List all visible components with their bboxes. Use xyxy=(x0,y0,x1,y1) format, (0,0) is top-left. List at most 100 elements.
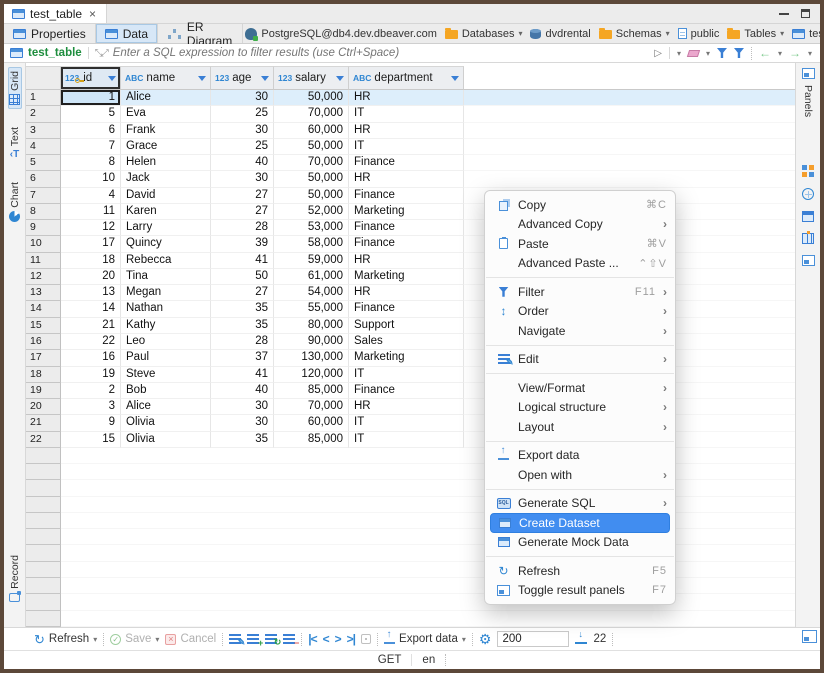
cell-id[interactable]: 4 xyxy=(61,188,121,204)
cell-name[interactable]: Leo xyxy=(121,334,211,350)
menu-item-refresh[interactable]: ↻RefreshF5 xyxy=(485,561,675,581)
cell-name[interactable]: Olivia xyxy=(121,432,211,448)
aggregate-icon[interactable] xyxy=(802,188,814,200)
cell-name[interactable]: Grace xyxy=(121,139,211,155)
eraser-icon[interactable] xyxy=(687,50,700,57)
cell-salary[interactable]: 50,000 xyxy=(274,139,349,155)
close-icon[interactable]: × xyxy=(89,7,96,21)
forward-caret-icon[interactable]: ▾ xyxy=(808,49,812,58)
minimize-icon[interactable] xyxy=(779,13,789,15)
row-number-cell[interactable]: 15 xyxy=(26,318,61,334)
cell-age[interactable]: 30 xyxy=(211,123,274,139)
cell-department[interactable]: Marketing xyxy=(349,350,464,366)
menu-item-filter[interactable]: FilterF11› xyxy=(485,282,675,302)
cell-age[interactable]: 27 xyxy=(211,285,274,301)
calc-panel-icon[interactable] xyxy=(802,211,814,222)
cell-age[interactable]: 35 xyxy=(211,301,274,317)
cell-id[interactable]: 7 xyxy=(61,139,121,155)
cell-name[interactable]: Bob xyxy=(121,383,211,399)
row-number-cell[interactable]: 10 xyxy=(26,236,61,252)
menu-item-generate-mock-data[interactable]: Generate Mock Data xyxy=(485,533,675,553)
cell-id[interactable]: 5 xyxy=(61,106,121,122)
first-row-icon[interactable]: |< xyxy=(308,632,316,646)
row-number-cell[interactable]: 5 xyxy=(26,155,61,171)
edit-cell-icon[interactable] xyxy=(229,634,241,644)
refresh-button[interactable]: ↻ Refresh ▾ xyxy=(34,633,97,646)
cell-name[interactable]: Steve xyxy=(121,367,211,383)
export-data-button[interactable]: Export data ▾ xyxy=(384,633,466,645)
breadcrumb-item[interactable]: test_table xyxy=(790,28,820,40)
cell-salary[interactable]: 120,000 xyxy=(274,367,349,383)
filter-history-caret-icon[interactable]: ▾ xyxy=(677,49,681,58)
row-number-cell[interactable]: 2 xyxy=(26,106,61,122)
row-number-cell[interactable] xyxy=(26,562,61,578)
breadcrumb-item[interactable]: Databases▾ xyxy=(443,28,525,40)
menu-item-advanced-paste[interactable]: Advanced Paste ...⌃⇧V xyxy=(485,254,675,274)
cell-age[interactable]: 40 xyxy=(211,155,274,171)
column-header-age[interactable]: 123age xyxy=(211,66,274,90)
column-header-name[interactable]: ABCname xyxy=(121,66,211,90)
cell-age[interactable]: 35 xyxy=(211,432,274,448)
cell-name[interactable]: Paul xyxy=(121,350,211,366)
back-caret-icon[interactable]: ▾ xyxy=(778,49,782,58)
last-row-icon[interactable]: >| xyxy=(347,632,355,646)
forward-icon[interactable]: → xyxy=(789,46,801,60)
cell-age[interactable]: 27 xyxy=(211,204,274,220)
cell-salary[interactable]: 70,000 xyxy=(274,399,349,415)
sort-caret-icon[interactable] xyxy=(336,76,344,81)
tab-grid[interactable]: Grid xyxy=(8,67,22,109)
tab-chart[interactable]: Chart xyxy=(8,178,22,226)
cell-age[interactable]: 50 xyxy=(211,269,274,285)
duplicate-row-icon[interactable] xyxy=(265,634,277,644)
cell-id[interactable]: 10 xyxy=(61,171,121,187)
cell-age[interactable]: 30 xyxy=(211,90,274,106)
cell-id[interactable]: 17 xyxy=(61,236,121,252)
row-number-cell[interactable]: 14 xyxy=(26,301,61,317)
cell-name[interactable]: Nathan xyxy=(121,301,211,317)
gear-icon[interactable]: ⚙ xyxy=(479,632,492,646)
row-number-cell[interactable]: 3 xyxy=(26,123,61,139)
menu-item-edit[interactable]: Edit› xyxy=(485,350,675,370)
cell-salary[interactable]: 70,000 xyxy=(274,155,349,171)
tab-data[interactable]: Data xyxy=(96,24,158,43)
sql-filter-input[interactable] xyxy=(113,47,649,59)
cell-name[interactable]: Frank xyxy=(121,123,211,139)
row-number-cell[interactable]: 13 xyxy=(26,285,61,301)
row-number-cell[interactable] xyxy=(26,545,61,561)
cell-salary[interactable]: 55,000 xyxy=(274,301,349,317)
cell-name[interactable]: Larry xyxy=(121,220,211,236)
row-number-cell[interactable]: 18 xyxy=(26,367,61,383)
tab-test-table[interactable]: test_table × xyxy=(4,4,107,23)
cell-name[interactable]: Tina xyxy=(121,269,211,285)
cell-department[interactable]: Finance xyxy=(349,220,464,236)
cell-name[interactable]: Eva xyxy=(121,106,211,122)
row-number-cell[interactable] xyxy=(26,480,61,496)
sort-caret-icon[interactable] xyxy=(451,76,459,81)
cell-salary[interactable]: 59,000 xyxy=(274,253,349,269)
menu-item-advanced-copy[interactable]: Advanced Copy› xyxy=(485,215,675,235)
cell-department[interactable]: Sales xyxy=(349,334,464,350)
cell-department[interactable]: Finance xyxy=(349,383,464,399)
eraser-caret-icon[interactable]: ▾ xyxy=(706,49,710,58)
metadata-panel-icon[interactable] xyxy=(802,255,815,266)
add-row-icon[interactable] xyxy=(247,634,259,644)
cell-name[interactable]: David xyxy=(121,188,211,204)
cell-salary[interactable]: 50,000 xyxy=(274,188,349,204)
cell-name[interactable]: Megan xyxy=(121,285,211,301)
status-language[interactable]: en xyxy=(422,654,435,666)
cell-salary[interactable]: 50,000 xyxy=(274,171,349,187)
sort-caret-icon[interactable] xyxy=(108,76,116,81)
focus-cell-icon[interactable] xyxy=(361,634,371,644)
sort-caret-icon[interactable] xyxy=(198,76,206,81)
save-button[interactable]: ✓ Save ▾ xyxy=(110,633,159,645)
row-number-cell[interactable]: 1 xyxy=(26,90,61,106)
row-number-cell[interactable] xyxy=(26,464,61,480)
cell-id[interactable]: 3 xyxy=(61,399,121,415)
cell-id[interactable]: 15 xyxy=(61,432,121,448)
cell-age[interactable]: 27 xyxy=(211,188,274,204)
cell-department[interactable]: IT xyxy=(349,106,464,122)
cell-age[interactable]: 39 xyxy=(211,236,274,252)
row-number-cell[interactable] xyxy=(26,578,61,594)
cell-name[interactable]: Quincy xyxy=(121,236,211,252)
cell-department[interactable]: HR xyxy=(349,253,464,269)
